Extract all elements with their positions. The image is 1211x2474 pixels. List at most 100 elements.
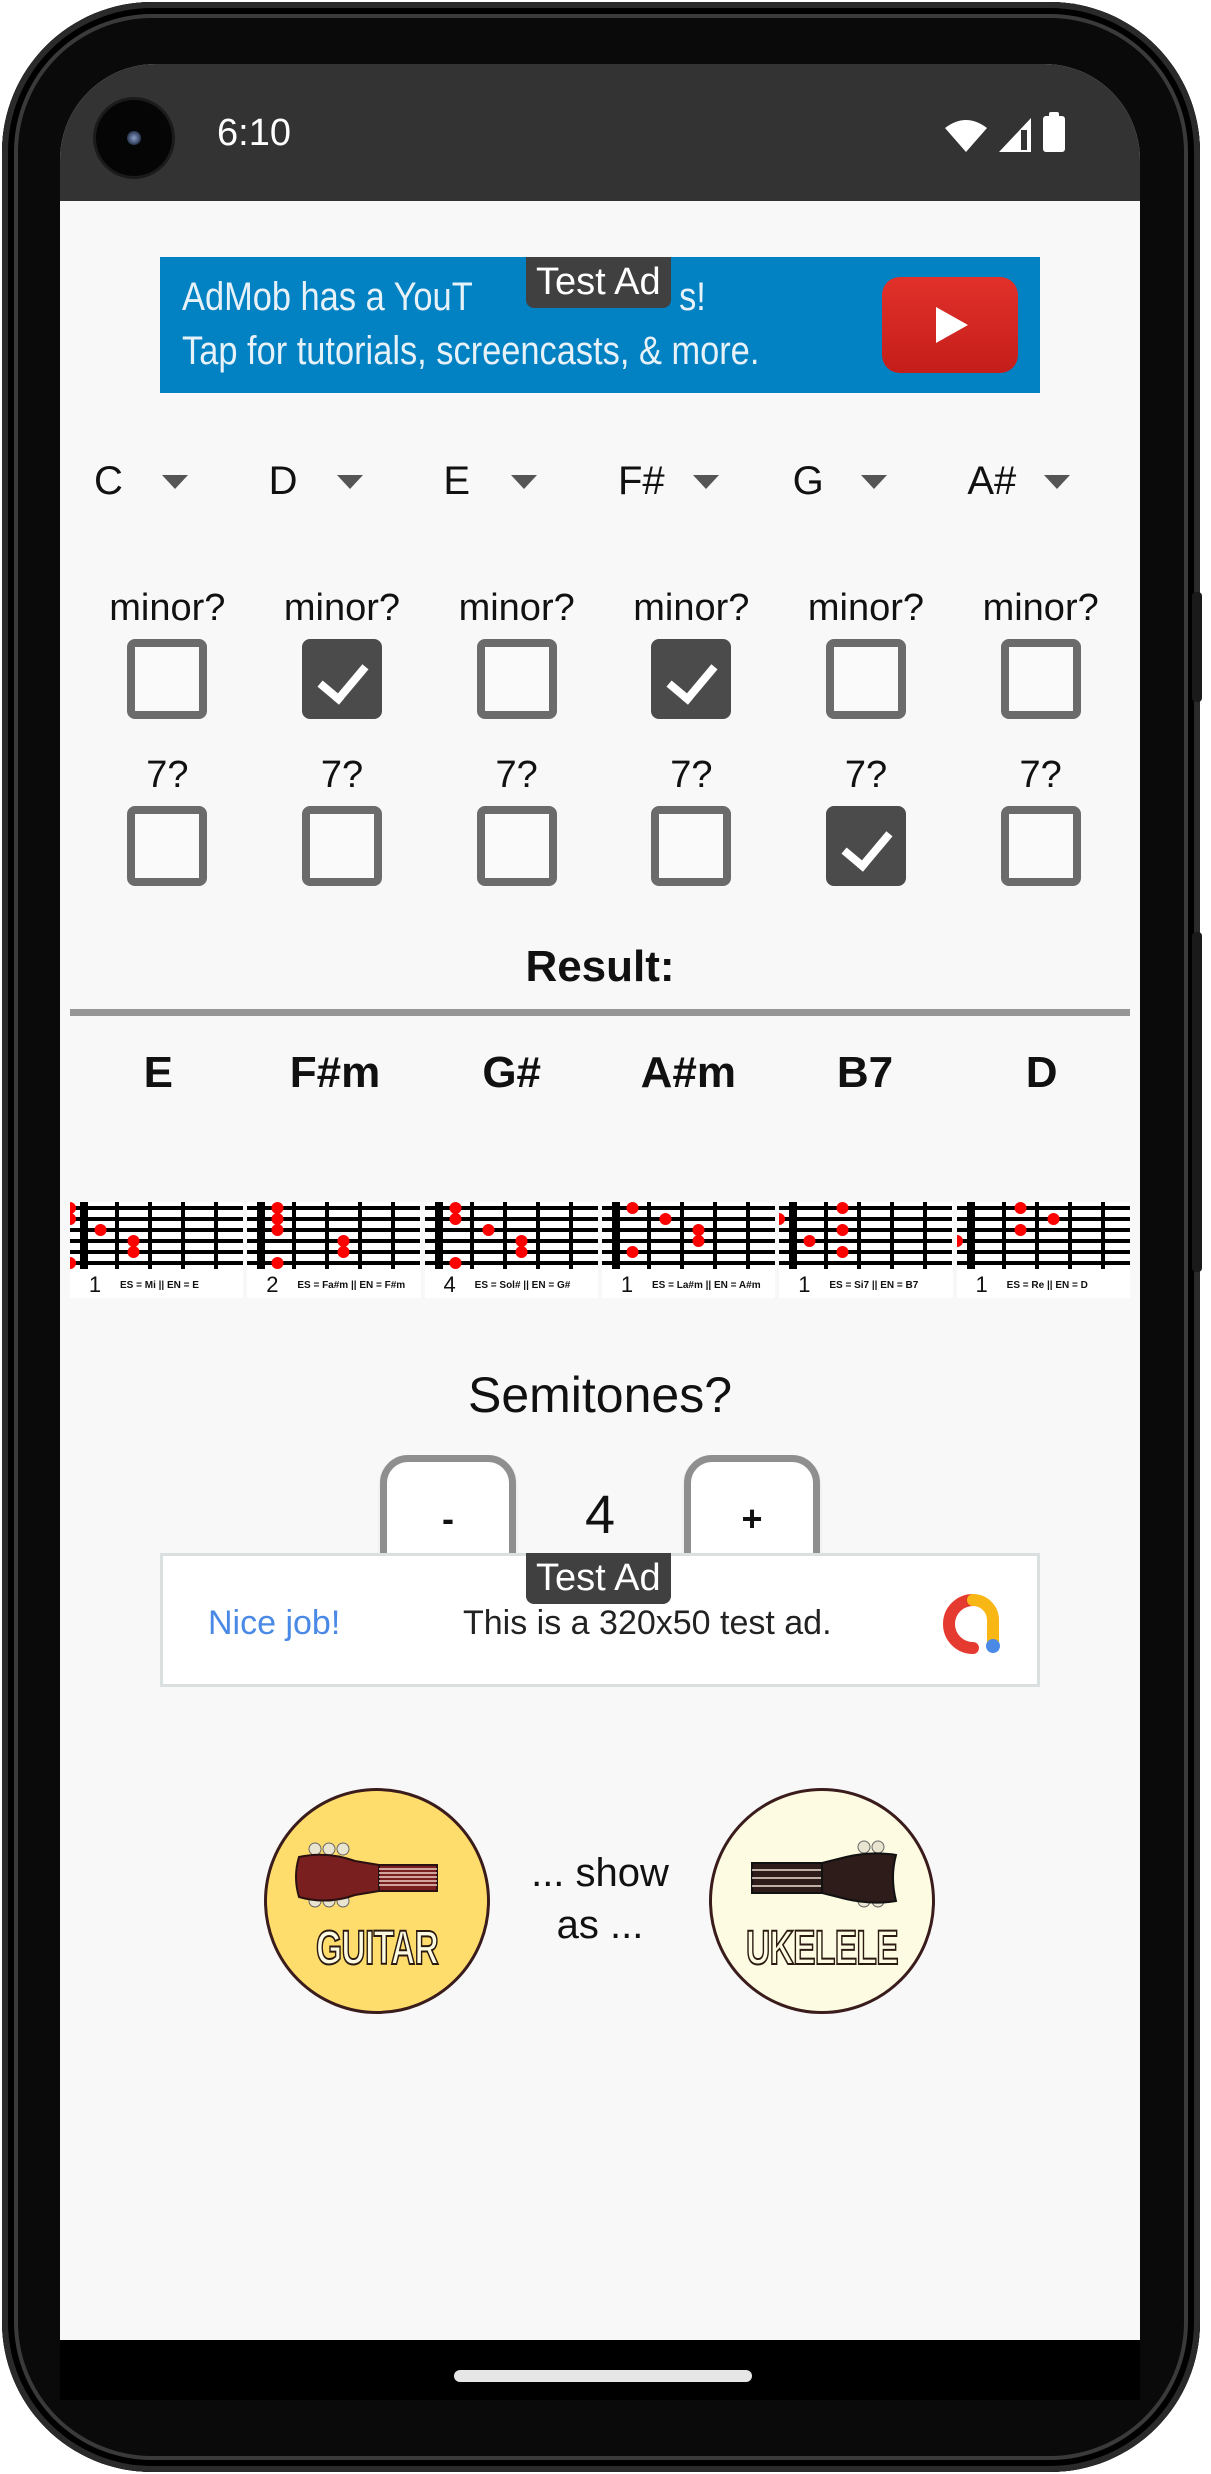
dropdown-arrow-icon — [692, 474, 719, 489]
chord-dropdown-6[interactable]: A# — [953, 459, 1128, 504]
finger-dot — [449, 1202, 462, 1214]
finger-dot — [692, 1224, 705, 1236]
minor-checkbox-4[interactable] — [651, 639, 732, 719]
guitar-button[interactable]: GUITAR — [264, 1788, 490, 2014]
seventh-checkbox-4[interactable] — [651, 806, 732, 886]
finger-dot — [836, 1224, 849, 1236]
result-chord-name: B7 — [836, 1048, 894, 1097]
ukulele-label: UKELELE — [745, 1921, 899, 1976]
semitones-label: Semitones? — [467, 1367, 733, 1423]
minor-checkbox-2[interactable] — [301, 639, 382, 719]
guitar-label: GUITAR — [315, 1921, 439, 1976]
result-chord-name: E — [143, 1048, 173, 1097]
seventh-label: 7? — [1019, 754, 1062, 796]
finger-dot — [449, 1213, 462, 1225]
show-as-label: ... show as ... — [531, 1851, 669, 1947]
result-divider — [70, 1009, 1130, 1016]
chord-dropdown-4[interactable]: F# — [604, 459, 779, 504]
minor-label: minor? — [283, 587, 401, 629]
result-heading: Result: — [525, 942, 675, 991]
chord-dropdown-3[interactable]: E — [429, 459, 604, 504]
result-chord-name: G# — [482, 1048, 542, 1097]
chord-diagram: 2 ES = Fa#m || EN = F#m — [247, 1202, 421, 1298]
result-chord-name: F#m — [289, 1048, 381, 1097]
app-content: AdMob has a YouT s! Tap for tutorials, sc… — [60, 64, 1140, 2340]
finger-dot — [94, 1224, 107, 1236]
chord-dropdown-2[interactable]: D — [255, 459, 430, 504]
dropdown-arrow-icon — [511, 474, 538, 489]
finger-dot — [626, 1246, 639, 1258]
finger-dot — [70, 1213, 76, 1225]
base-fret-number: 1 — [620, 1272, 634, 1297]
chord-dropdown-row: C D E F# G A# — [60, 459, 1140, 504]
fretboard-svg — [247, 1202, 421, 1269]
minor-checkbox-1[interactable] — [127, 639, 208, 719]
seventh-checkbox-5[interactable] — [825, 806, 906, 886]
finger-dot — [515, 1235, 528, 1247]
finger-dot — [271, 1202, 284, 1214]
minor-checkbox-6[interactable] — [1000, 639, 1081, 719]
minor-checkbox-row — [60, 639, 1140, 719]
dropdown-arrow-icon — [336, 474, 363, 489]
ad-subline: Tap for tutorials, screencasts, & more. — [182, 329, 760, 373]
base-fret-number: 1 — [798, 1272, 811, 1297]
finger-dot — [779, 1213, 786, 1225]
fretboard-svg — [601, 1202, 775, 1269]
seventh-checkbox-3[interactable] — [476, 806, 557, 886]
finger-dot — [271, 1257, 284, 1269]
finger-dot — [127, 1235, 140, 1247]
dropdown-arrow-icon — [1044, 474, 1071, 489]
result-chord-names: E F#m G# A#m B7 D — [60, 1048, 1140, 1098]
finger-dot — [836, 1202, 849, 1214]
seventh-label: 7? — [320, 754, 364, 796]
finger-dot — [803, 1235, 816, 1247]
minor-label: minor? — [109, 587, 226, 629]
ad-message: This is a 320x50 test ad. — [463, 1604, 832, 1642]
seventh-checkbox-1[interactable] — [127, 806, 208, 886]
base-fret-number: 1 — [975, 1272, 988, 1297]
finger-dot — [127, 1246, 140, 1258]
finger-dot — [1014, 1224, 1027, 1236]
chord-dropdown-5[interactable]: G — [779, 459, 954, 504]
fretboard-svg — [70, 1202, 243, 1269]
finger-dot — [836, 1246, 849, 1258]
fretboard-svg — [424, 1202, 598, 1269]
chord-diagrams: 1 ES = Mi || EN = E 2 ES = Fa#m || EN = F#… — [70, 1202, 1130, 1298]
seventh-checkbox-row — [60, 806, 1140, 886]
finger-dot — [337, 1235, 350, 1247]
ad-headline: Nice job! — [208, 1604, 341, 1642]
finger-dot — [956, 1235, 963, 1247]
seventh-checkbox-6[interactable] — [1000, 806, 1081, 886]
finger-dot — [482, 1224, 495, 1236]
ukulele-button[interactable]: UKELELE — [709, 1788, 935, 2014]
home-gesture-handle[interactable] — [454, 2370, 752, 2382]
minor-checkbox-3[interactable] — [476, 639, 557, 719]
finger-dot — [692, 1235, 705, 1247]
power-button — [1192, 932, 1202, 1272]
finger-dot — [659, 1213, 672, 1225]
finger-dot — [271, 1213, 284, 1225]
dropdown-arrow-icon — [162, 474, 188, 489]
youtube-play-icon — [882, 277, 1018, 373]
minor-label: minor? — [633, 587, 750, 629]
seventh-label: 7? — [844, 754, 888, 796]
finger-dot — [626, 1202, 639, 1214]
minor-checkbox-5[interactable] — [825, 639, 906, 719]
base-fret-number: 4 — [443, 1272, 456, 1297]
finger-dot — [1014, 1202, 1027, 1214]
guitar-headstock-icon — [295, 1842, 438, 1908]
chord-diagram: 1 ES = Mi || EN = E — [70, 1202, 244, 1298]
seventh-checkbox-2[interactable] — [301, 806, 382, 886]
chord-diagram: 1 ES = Re || EN = D — [956, 1202, 1130, 1298]
chord-names-caption: ES = Re || EN = D — [1006, 1279, 1088, 1291]
base-fret-number: 2 — [266, 1272, 279, 1297]
seventh-labels-row: 7? 7? 7? 7? 7? 7? — [60, 754, 1140, 797]
seventh-label: 7? — [670, 754, 713, 796]
minor-label: minor? — [807, 587, 925, 629]
chord-diagram: 4 ES = Sol# || EN = G# — [424, 1202, 598, 1298]
chord-dropdown-1[interactable]: C — [80, 459, 255, 504]
admob-logo-icon — [943, 1594, 1000, 1654]
result-chord-name: D — [1025, 1048, 1058, 1097]
ukulele-headstock-icon — [751, 1840, 898, 1908]
chord-diagram: 1 ES = La#m || EN = A#m — [601, 1202, 776, 1298]
